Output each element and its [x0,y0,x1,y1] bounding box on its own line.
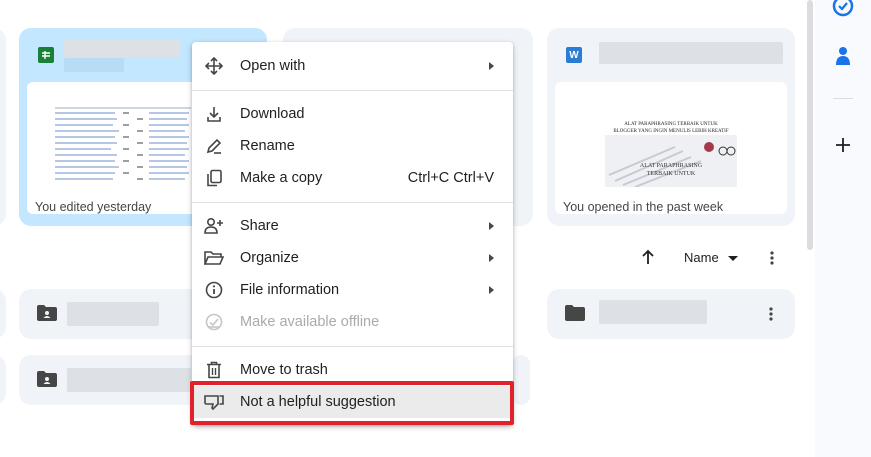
download-icon [204,104,224,124]
trash-icon [204,360,224,380]
folder-icon [565,305,585,321]
info-icon [204,280,224,300]
add-icon[interactable] [829,131,857,159]
offline-check-icon [204,312,224,332]
sort-bar: Name [636,246,786,270]
sort-direction-arrow-icon[interactable] [640,248,656,266]
document-thumbnail: ALAT PARAPHRASING TERBAIK UNTUK BLOGGER … [555,82,787,214]
sheets-icon [38,47,54,63]
file-name-blurred-2 [64,58,124,72]
menu-item-label: Make available offline [240,314,380,330]
menu-item-label: Make a copy [240,170,323,186]
thumb-overlay-2: TERBAIK UNTUK [646,171,696,177]
folder-more-icon[interactable] [761,304,781,324]
menu-item-label: Open with [240,58,306,74]
file-card-document[interactable]: W ALAT PARAPHRASING TERBAIK UNTUK BLOGGE… [547,28,795,226]
thumb-down-icon [204,392,224,412]
menu-item-shortcut: Ctrl+C Ctrl+V [407,170,494,186]
folder-name-blurred [67,302,159,326]
menu-item-not-helpful[interactable]: Not a helpful suggestion [192,386,513,418]
card-activity-text: You edited yesterday [35,200,152,214]
thumb-overlay-1: ALAT PARAPHRASING [639,163,703,169]
menu-item-label: Move to trash [240,362,328,378]
tasks-icon[interactable] [829,0,857,20]
scrollbar-thumb[interactable] [807,0,813,250]
shared-folder-icon [37,371,57,387]
thumb-image: ALAT PARAPHRASING TERBAIK UNTUK [605,135,737,187]
menu-item-label: Not a helpful suggestion [240,394,396,410]
word-icon: W [566,47,582,63]
submenu-arrow-icon [489,222,494,230]
shared-folder-icon [37,305,57,321]
menu-divider [192,202,513,203]
drive-main-area: You edited yesterday W ALAT PARAPHRASING… [0,0,815,457]
menu-divider [192,346,513,347]
move-arrows-icon [204,56,224,76]
submenu-arrow-icon [489,286,494,294]
folder-name-blurred [67,368,191,392]
rail-divider [833,98,853,99]
folder-open-icon [204,248,224,268]
menu-item-label: File information [240,282,340,298]
folder-row-3[interactable] [547,289,795,339]
menu-item-label: Download [240,106,305,122]
partial-card-left[interactable] [0,28,6,226]
menu-item-make-copy[interactable]: Make a copy Ctrl+C Ctrl+V [192,162,513,194]
right-side-panel [815,0,871,457]
folder-row-2[interactable] [19,355,201,405]
folder-name-blurred [599,300,707,324]
folder-row-2b[interactable] [512,355,530,405]
submenu-arrow-icon [489,254,494,262]
partial-folder-left-2[interactable] [0,355,6,405]
caret-down-icon [728,256,739,262]
menu-item-open-with[interactable]: Open with [192,50,513,82]
pencil-icon [204,136,224,156]
thumb-heading-1: ALAT PARAPHRASING TERBAIK UNTUK [624,122,718,127]
menu-divider [192,90,513,91]
file-name-blurred [599,42,783,64]
person-add-icon [204,216,224,236]
copy-icon [204,168,224,188]
view-more-icon[interactable] [762,248,782,268]
thumb-heading-2: BLOGGER YANG INGIN MENULIS LEBIH KREATIF [613,129,729,134]
menu-item-organize[interactable]: Organize [192,242,513,274]
menu-item-rename[interactable]: Rename [192,130,513,162]
file-name-blurred [64,40,180,58]
partial-folder-left[interactable] [0,289,6,339]
menu-item-file-information[interactable]: File information [192,274,513,306]
menu-item-move-to-trash[interactable]: Move to trash [192,354,513,386]
folder-row-1[interactable] [19,289,201,339]
menu-item-make-available-offline: Make available offline [192,306,513,338]
sort-label: Name [684,250,719,265]
card-activity-text: You opened in the past week [563,200,724,214]
contacts-icon[interactable] [829,42,857,70]
context-menu: Open with Download Rename Make a copy Ct… [192,42,513,425]
sort-by-button[interactable]: Name [684,250,739,265]
menu-item-download[interactable]: Download [192,98,513,130]
menu-item-share[interactable]: Share [192,210,513,242]
menu-item-label: Organize [240,250,299,266]
vertical-scrollbar[interactable] [805,0,815,457]
menu-item-label: Rename [240,138,295,154]
submenu-arrow-icon [489,62,494,70]
menu-item-label: Share [240,218,279,234]
